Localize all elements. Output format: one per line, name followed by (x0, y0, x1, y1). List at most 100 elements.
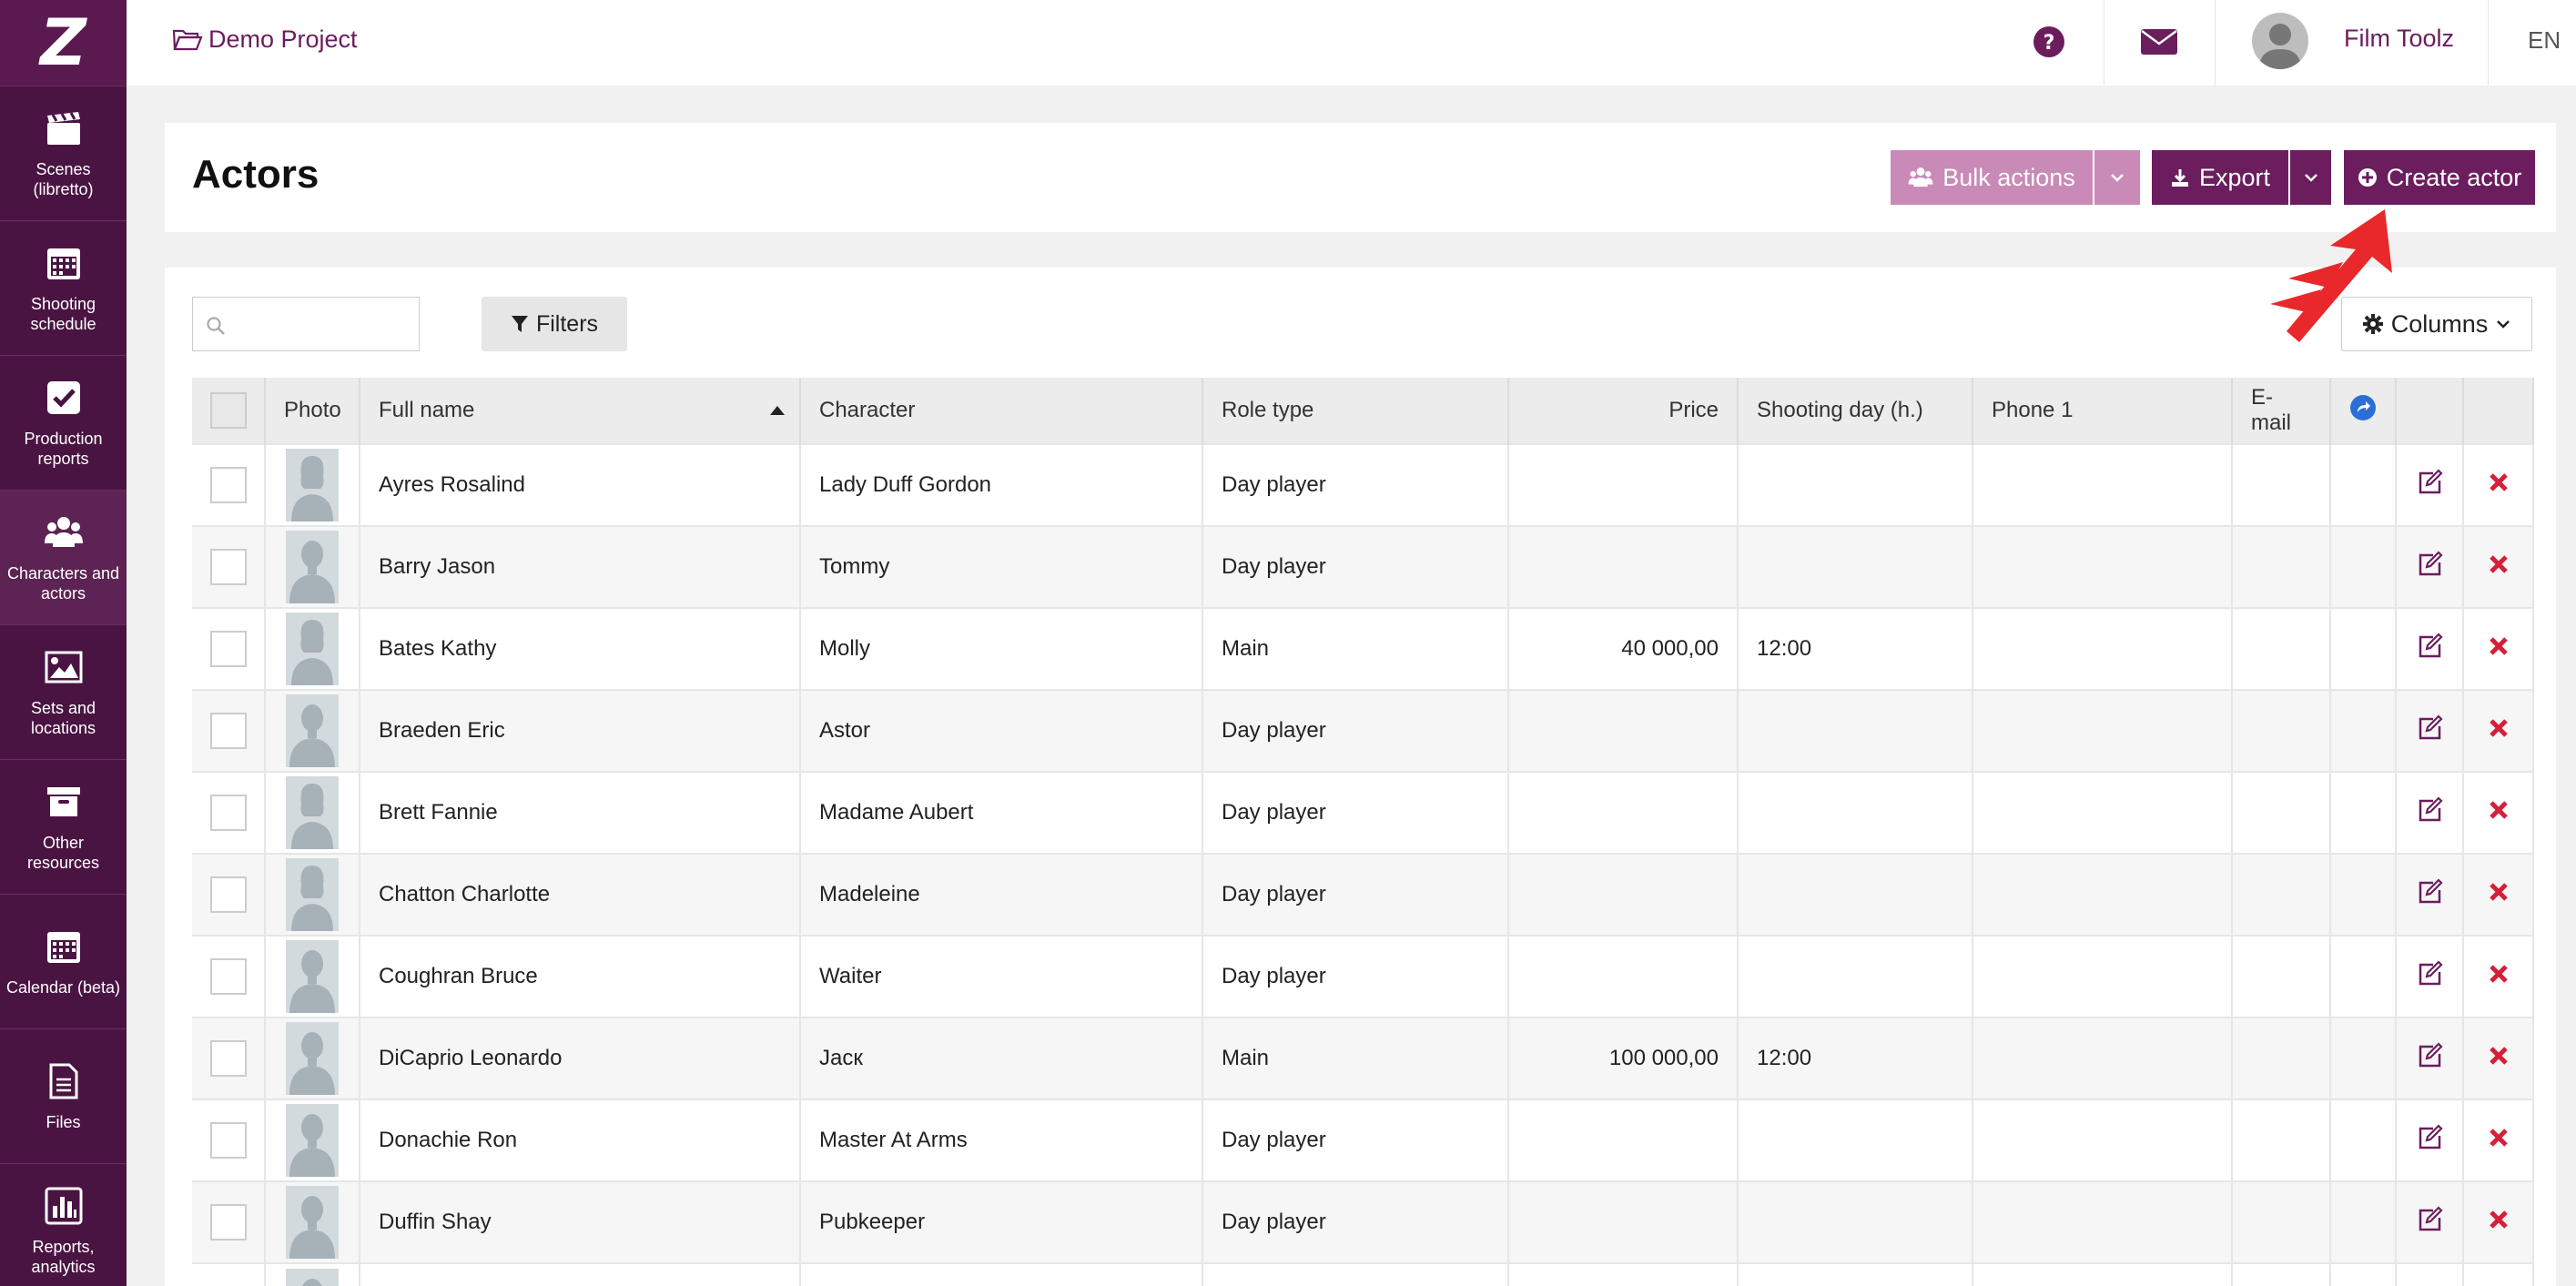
bulk-actions-dropdown[interactable] (2094, 150, 2140, 205)
sidebar-item-shooting-schedule[interactable]: Shooting schedule (0, 221, 127, 356)
sidebar-item-other-resources[interactable]: Other resources (0, 760, 127, 895)
edit-icon[interactable] (2416, 1205, 2443, 1233)
character-cell: Molly (800, 607, 1203, 690)
delete-x-icon[interactable] (2485, 1124, 2512, 1151)
filters-button[interactable]: Filters (482, 297, 627, 351)
column-header-price[interactable]: Price (1508, 378, 1739, 444)
row-checkbox[interactable] (210, 958, 247, 995)
table-row[interactable]: Bates Kathy Molly Main 40 000,00 12:00 (192, 607, 2534, 690)
select-all-checkbox[interactable] (210, 392, 247, 429)
column-header-phone[interactable]: Phone 1 (1973, 378, 2233, 444)
help-icon[interactable]: ? (2033, 25, 2065, 58)
column-header-role-type[interactable]: Role type (1202, 378, 1509, 444)
shooting-day-cell (1738, 1099, 1973, 1181)
column-header-character[interactable]: Character (800, 378, 1203, 444)
table-row[interactable]: Ayres Rosalind Lady Duff Gordon Day player (192, 443, 2534, 526)
delete-x-icon[interactable] (2485, 1206, 2512, 1233)
edit-icon[interactable] (2416, 877, 2443, 906)
project-name: Demo Project (208, 25, 358, 53)
table-row[interactable]: Barry Jason Tommy Day player (192, 525, 2534, 608)
column-header-shooting-day[interactable]: Shooting day (h.) (1738, 378, 1973, 444)
row-checkbox[interactable] (210, 1122, 247, 1159)
actor-photo[interactable] (286, 1104, 339, 1177)
actor-photo[interactable] (286, 1022, 339, 1095)
sidebar-item-files[interactable]: Files (0, 1029, 127, 1164)
export-dropdown[interactable] (2290, 150, 2331, 205)
row-checkbox[interactable] (210, 713, 247, 749)
column-header-full-name[interactable]: Full name (360, 378, 801, 444)
delete-x-icon[interactable] (2485, 1042, 2512, 1069)
row-checkbox[interactable] (210, 631, 247, 667)
phone-cell (1973, 771, 2233, 854)
create-actor-button[interactable]: Create actor (2344, 150, 2535, 205)
sidebar-item-calendar[interactable]: Calendar (beta) (0, 895, 127, 1029)
mail-icon[interactable] (2140, 27, 2178, 56)
user-avatar[interactable] (2252, 13, 2308, 69)
table-row[interactable]: DiCaprio Leonardo Jacк Main 100 000,00 12:00 (192, 1017, 2534, 1099)
edit-icon[interactable] (2416, 795, 2443, 824)
export-button[interactable]: Export (2152, 150, 2288, 205)
edit-icon[interactable] (2416, 1123, 2443, 1151)
bulk-actions-label: Bulk actions (1942, 163, 2075, 191)
full-name-cell: Ayres Rosalind (360, 443, 801, 526)
delete-x-icon[interactable] (2485, 469, 2512, 496)
table-row[interactable]: Braeden Eric Astor Day player (192, 689, 2534, 772)
edit-icon[interactable] (2416, 1041, 2443, 1069)
character-cell: Master At Arms (800, 1099, 1203, 1181)
full-name-cell: Braeden Eric (360, 689, 801, 772)
row-checkbox[interactable] (210, 876, 247, 913)
actor-photo[interactable] (286, 1268, 339, 1286)
sidebar-item-reports-analytics[interactable]: Reports, analytics (0, 1164, 127, 1286)
delete-x-icon[interactable] (2485, 960, 2512, 987)
table-row[interactable] (192, 1262, 2534, 1286)
table-row[interactable]: Donachie Ron Master At Arms Day player (192, 1099, 2534, 1181)
table-row[interactable]: Coughran Bruce Waiter Day player (192, 935, 2534, 1018)
table-row[interactable]: Brett Fannie Madame Aubert Day player (192, 771, 2534, 854)
edit-icon[interactable] (2416, 550, 2443, 578)
actor-photo[interactable] (286, 531, 339, 603)
sort-ascending-icon (770, 406, 785, 415)
sidebar-item-label: Scenes (libretto) (33, 159, 94, 198)
app-logo[interactable]: Z (0, 0, 127, 86)
edit-icon[interactable] (2416, 468, 2443, 496)
user-name[interactable]: Film Toolz (2344, 25, 2454, 53)
delete-x-icon[interactable] (2485, 551, 2512, 578)
column-header-email[interactable]: E-mail (2232, 378, 2331, 444)
sidebar-item-sets-locations[interactable]: Sets and locations (0, 625, 127, 760)
edit-icon[interactable] (2416, 714, 2443, 742)
table-row[interactable]: Chatton Charlotte Madeleine Day player (192, 853, 2534, 936)
actor-photo[interactable] (286, 694, 339, 767)
sidebar-item-characters-actors[interactable]: Characters and actors (0, 491, 127, 625)
actor-photo[interactable] (286, 776, 339, 849)
edit-cell (2396, 771, 2464, 854)
row-checkbox[interactable] (210, 1040, 247, 1077)
project-selector[interactable]: Demo Project (172, 25, 358, 54)
sidebar-item-production-reports[interactable]: Production reports (0, 356, 127, 491)
actor-photo[interactable] (286, 858, 339, 931)
select-cell (192, 771, 266, 854)
actor-photo[interactable] (286, 449, 339, 521)
row-checkbox[interactable] (210, 467, 247, 503)
table-row[interactable]: Duffin Shay Pubkeeper Day player (192, 1180, 2534, 1263)
row-checkbox[interactable] (210, 549, 247, 585)
search-input[interactable] (192, 297, 420, 351)
row-checkbox[interactable] (210, 795, 247, 831)
row-checkbox[interactable] (210, 1204, 247, 1240)
language-selector[interactable]: EN (2528, 26, 2561, 55)
delete-x-icon[interactable] (2485, 633, 2512, 660)
select-cell (192, 1262, 266, 1286)
delete-x-icon[interactable] (2485, 714, 2512, 742)
edit-icon[interactable] (2416, 632, 2443, 660)
share-redo-icon[interactable] (2349, 394, 2377, 421)
actor-photo[interactable] (286, 613, 339, 685)
actor-photo[interactable] (286, 940, 339, 1013)
bulk-actions-button[interactable]: Bulk actions (1891, 150, 2093, 205)
delete-x-icon[interactable] (2485, 878, 2512, 906)
sidebar-item-scenes[interactable]: Scenes (libretto) (0, 86, 127, 221)
edit-icon[interactable] (2416, 959, 2443, 987)
role-type-cell: Main (1202, 607, 1509, 690)
delete-x-icon[interactable] (2485, 796, 2512, 824)
actor-photo[interactable] (286, 1186, 339, 1259)
phone-cell (1973, 689, 2233, 772)
role-type-cell: Day player (1202, 853, 1509, 936)
